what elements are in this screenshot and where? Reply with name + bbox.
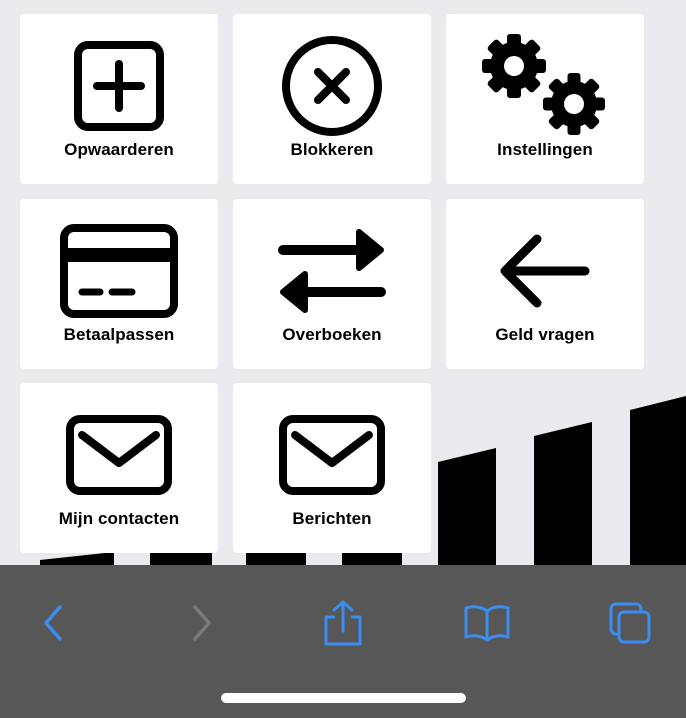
tile-betaalpassen[interactable]: Betaalpassen [20, 199, 218, 369]
tabs-button[interactable] [600, 593, 660, 653]
tile-mijn-contacten[interactable]: Mijn contacten [20, 383, 218, 553]
chevron-left-icon [44, 605, 62, 641]
forward-button[interactable] [172, 593, 232, 653]
tile-label: Berichten [292, 509, 372, 528]
tile-label: Overboeken [282, 325, 382, 344]
x-circle-icon [233, 36, 431, 136]
book-icon [464, 605, 510, 642]
gears-icon [446, 34, 644, 136]
chevron-right-icon [193, 605, 211, 641]
share-icon [324, 600, 362, 646]
tile-label: Blokkeren [290, 140, 374, 159]
bookmarks-button[interactable] [457, 593, 517, 653]
tile-overboeken[interactable]: Overboeken [233, 199, 431, 369]
credit-card-icon [20, 221, 218, 321]
envelope-icon [233, 405, 431, 505]
arrow-left-icon [446, 221, 644, 321]
tile-label: Geld vragen [495, 325, 595, 344]
envelope-icon [20, 405, 218, 505]
tile-instellingen[interactable]: Instellingen [446, 14, 644, 184]
back-button[interactable] [23, 593, 83, 653]
tile-berichten[interactable]: Berichten [233, 383, 431, 553]
tabs-icon [609, 602, 651, 644]
tile-opwaarderen[interactable]: Opwaarderen [20, 14, 218, 184]
tile-label: Opwaarderen [64, 140, 174, 159]
home-indicator [221, 693, 466, 703]
share-button[interactable] [313, 593, 373, 653]
transfer-arrows-icon [233, 221, 431, 321]
tile-label: Mijn contacten [58, 509, 180, 528]
tile-label: Instellingen [497, 140, 593, 159]
plus-square-icon [20, 36, 218, 136]
tile-label: Betaalpassen [63, 325, 175, 344]
tile-blokkeren[interactable]: Blokkeren [233, 14, 431, 184]
tile-geld-vragen[interactable]: Geld vragen [446, 199, 644, 369]
